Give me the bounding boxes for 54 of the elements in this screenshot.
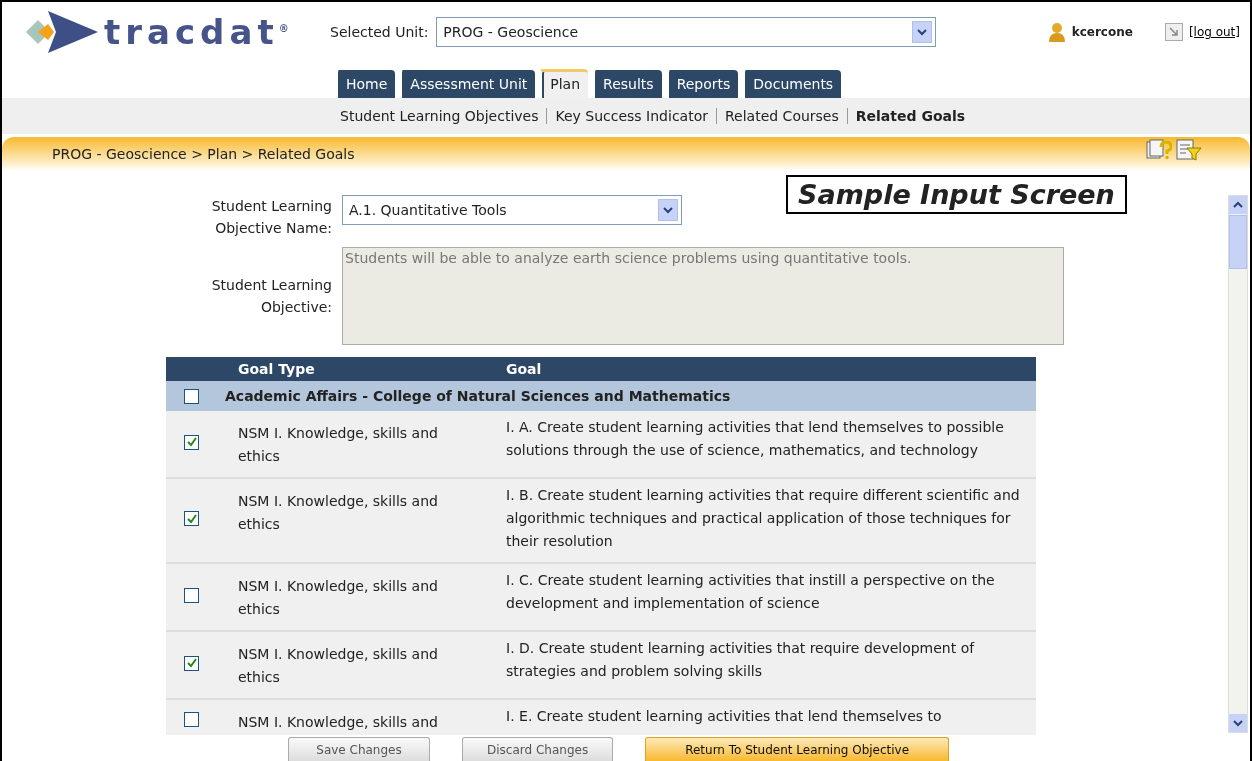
checkbox[interactable] — [184, 655, 199, 671]
user-icon — [1047, 22, 1066, 42]
checkbox[interactable] — [184, 434, 199, 450]
action-button[interactable]: Discard Changes — [462, 737, 614, 761]
subnav-link[interactable]: Related Goals — [855, 108, 966, 124]
action-button[interactable]: Save Changes — [288, 737, 430, 761]
table-cell-text: I. C. Create student learning activities that instill a perspective on the development and implementation of science — [506, 571, 996, 613]
unit-dropdown[interactable]: PROG - Geoscience — [436, 17, 937, 47]
caret-icon[interactable] — [663, 206, 673, 214]
caret-icon[interactable] — [917, 28, 928, 36]
checkbox[interactable] — [184, 587, 199, 603]
field-label: Student Learning Objective Name: — [210, 197, 332, 238]
checkbox[interactable] — [184, 388, 199, 404]
table-cell-text: I. A. Create student learning activities that lend themselves to possible solutions through the use of science, mathematics, and technology — [506, 418, 1005, 460]
column-header: Goal Type — [238, 361, 316, 377]
objective-textarea[interactable]: Students will be able to analyze earth science problems using quantitative tools. — [342, 247, 1064, 345]
checkbox[interactable] — [184, 712, 199, 727]
table-cell-text: I. D. Create student learning activities that require development of strategies and problem solving skills — [506, 639, 976, 681]
group-heading: Academic Affairs - College of Natural Sciences and Mathematics — [225, 388, 731, 404]
action-button[interactable]: Return To Student Learning Objective — [645, 737, 950, 761]
nav-tab[interactable]: Assessment Unit — [399, 70, 536, 98]
table-cell-text: NSM I. Knowledge, skills and ethics — [238, 424, 439, 466]
unit-label: Selected Unit: — [330, 24, 429, 40]
help-icon[interactable] — [1146, 139, 1172, 161]
nav-tab[interactable]: Reports — [665, 70, 739, 98]
subnav-link[interactable]: Related Courses — [725, 108, 839, 124]
scroll-thumb[interactable] — [1229, 215, 1247, 269]
breadcrumb: PROG - Geoscience > Plan > Related Goals — [52, 146, 355, 162]
logout-link[interactable]: [log out] — [1188, 25, 1240, 39]
nav-tab[interactable]: Home — [335, 70, 396, 98]
nav-tab[interactable]: Results — [592, 70, 662, 98]
objective-dropdown[interactable]: A.1. Quantitative Tools — [342, 195, 682, 225]
nav-tab[interactable]: Documents — [742, 70, 842, 98]
checkbox[interactable] — [184, 511, 199, 526]
sample-caption: Sample Input Screen — [786, 175, 1127, 214]
table-cell-text: NSM I. Knowledge, skills and ethics — [238, 645, 439, 687]
subnav-link[interactable]: Student Learning Objectives — [340, 108, 539, 124]
logout-icon[interactable] — [1164, 23, 1183, 41]
nav-tab[interactable]: Plan — [539, 69, 589, 98]
table-cell-text: NSM I. Knowledge, skills and — [238, 713, 439, 732]
field-label: Student Learning Objective: — [210, 276, 332, 317]
scroll-up-icon[interactable] — [1233, 201, 1243, 209]
logo-text: tracdat$^{®}$ — [104, 12, 289, 52]
scroll-down-icon[interactable] — [1233, 719, 1243, 727]
subnav-link[interactable]: Key Success Indicator — [555, 108, 708, 124]
table-cell-text: I. B. Create student learning activities that require different scientific and algorithmic techniques and practical application of those techniques for their resolution — [506, 486, 1021, 551]
column-header: Goal — [506, 361, 543, 377]
table-cell-text: NSM I. Knowledge, skills and ethics — [238, 492, 439, 534]
table-cell-text: NSM I. Knowledge, skills and ethics — [238, 577, 439, 619]
table-cell-text: I. E. Create student learning activities that lend themselves to — [506, 707, 943, 726]
scrollbar[interactable] — [1228, 195, 1248, 733]
username: kcercone — [1071, 25, 1133, 39]
filter-icon[interactable] — [1176, 139, 1202, 161]
logo-icon — [24, 11, 98, 53]
